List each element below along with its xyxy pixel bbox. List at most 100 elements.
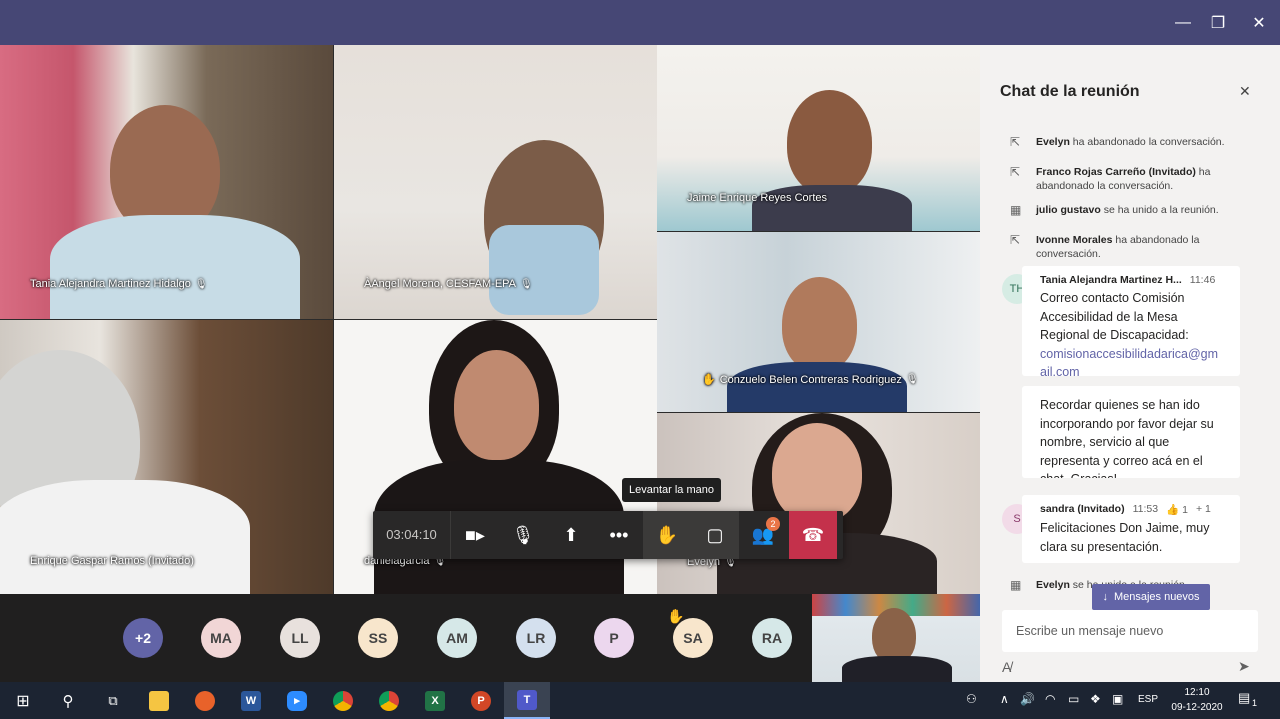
avatar[interactable]: P	[594, 618, 634, 658]
leave-icon: ⇱	[1010, 135, 1021, 149]
close-chat-button[interactable]: ✕	[1239, 83, 1251, 100]
volume-icon[interactable]: 🔊	[1020, 692, 1035, 706]
message-sender: Tania Alejandra Martinez H...	[1040, 274, 1182, 286]
avatar[interactable]: LL	[280, 618, 320, 658]
chevron-up-icon[interactable]: ∧	[1000, 692, 1009, 706]
clock-date: 09-12-2020	[1171, 702, 1223, 713]
teams-app[interactable]: T	[504, 682, 550, 719]
video-tile-conzuelo[interactable]: ✋ Conzuelo Belen Contreras Rodriguez 🎙	[657, 232, 980, 412]
new-messages-button[interactable]: ↓ Mensajes nuevos	[1092, 584, 1210, 610]
more-actions-button[interactable]: •••	[595, 511, 643, 559]
windows-taskbar: ⊞ ⚲ ⧉ W ▸ X P T ⚇ ∧ 🔊 ◠ ▭ ❖ ▣ ESP 12:10 …	[0, 682, 1280, 719]
search-button[interactable]: ⚲	[45, 682, 91, 719]
chrome-profile-app[interactable]	[366, 682, 412, 719]
raise-hand-button[interactable]: ✋	[643, 511, 691, 559]
join-icon: ▦	[1010, 578, 1022, 592]
raised-hand-icon: ✋	[667, 608, 685, 624]
notification-icon: ▤	[1238, 690, 1251, 705]
maximize-button[interactable]: ❐	[1203, 8, 1233, 38]
chat-message: Recordar quienes se han ido incorporando…	[1022, 386, 1240, 478]
message-text: Correo contacto Comisión Accesibilidad d…	[1040, 291, 1189, 342]
excel-icon: X	[425, 690, 445, 711]
system-clock[interactable]: 12:10 09-12-2020	[1168, 685, 1226, 715]
share-icon: ⬆	[563, 524, 579, 545]
format-icon[interactable]: A̸	[1002, 659, 1011, 675]
mute-button[interactable]: 🎙	[499, 511, 547, 559]
system-event: ⇱ Ivonne Morales ha abandonado la convers…	[1010, 233, 1200, 260]
video-tile-jaime[interactable]: Jaime Enrique Reyes Cortes	[657, 45, 980, 231]
app-tray-icon[interactable]: ▣	[1112, 692, 1123, 706]
wifi-icon[interactable]: ◠	[1045, 692, 1055, 706]
participants-button[interactable]: 👥 2	[739, 511, 787, 559]
hang-up-button[interactable]: ☎	[789, 511, 837, 559]
excel-app[interactable]: X	[412, 682, 458, 719]
start-button[interactable]: ⊞	[0, 682, 46, 719]
chrome-app[interactable]	[320, 682, 366, 719]
system-event: ⇱ Franco Rojas Carreño (Invitado) ha aban…	[1010, 165, 1211, 192]
language-indicator[interactable]: ESP	[1138, 694, 1158, 705]
camera-button[interactable]: ■▸	[451, 511, 499, 559]
video-tile-angel[interactable]: ÀAngel Moreno, CESFAM-EPA 🎙	[334, 45, 657, 319]
share-screen-button[interactable]: ⬆	[547, 511, 595, 559]
participant-strip: +2 MA LL SS AM LR P SA ✋ RA	[0, 594, 980, 682]
overflow-participants[interactable]: +2	[123, 618, 163, 658]
avatar[interactable]: LR	[516, 618, 556, 658]
video-tile-tania[interactable]: Tania Alejandra Martinez Hidalgo 🎙	[0, 45, 333, 319]
people-icon[interactable]: ⚇	[966, 692, 977, 706]
raise-hand-tooltip: Levantar la mano	[622, 478, 721, 502]
message-time: 11:46	[1189, 274, 1216, 286]
dropbox-icon[interactable]: ❖	[1090, 692, 1101, 706]
file-explorer-app[interactable]	[136, 682, 182, 719]
avatar[interactable]: AM	[437, 618, 477, 658]
participant-name: Tania Alejandra Martinez Hidalgo 🎙	[30, 278, 208, 290]
zoom-app[interactable]: ▸	[274, 682, 320, 719]
avatar[interactable]: RA	[752, 618, 792, 658]
raised-hand-icon: ✋	[702, 374, 716, 386]
zoom-icon: ▸	[287, 690, 307, 711]
compose-message-input[interactable]: Escribe un mensaje nuevo	[1002, 610, 1258, 652]
folder-icon	[149, 690, 169, 711]
leave-icon: ⇱	[1010, 165, 1021, 179]
self-view-video	[812, 594, 980, 682]
chat-title: Chat de la reunión	[1000, 83, 1140, 100]
close-window-button[interactable]: ✕	[1244, 8, 1274, 38]
participants-badge: 2	[766, 517, 780, 531]
reaction-like[interactable]: 👍 1	[1166, 503, 1188, 516]
avatar[interactable]: MA	[201, 618, 241, 658]
chat-icon: ▢	[706, 524, 724, 545]
arrow-down-icon: ↓	[1102, 591, 1108, 603]
teams-icon: T	[517, 689, 537, 710]
task-view-icon: ⧉	[108, 692, 118, 708]
chrome-icon	[379, 690, 399, 711]
word-app[interactable]: W	[228, 682, 274, 719]
firefox-app[interactable]	[182, 682, 228, 719]
ellipsis-icon: •••	[609, 524, 629, 545]
notification-center[interactable]: ▤ 1	[1238, 690, 1260, 710]
leave-icon: ⇱	[1010, 233, 1021, 247]
participant-name: ✋ Conzuelo Belen Contreras Rodriguez 🎙	[702, 373, 919, 387]
avatar[interactable]: SS	[358, 618, 398, 658]
send-icon[interactable]: ➤	[1238, 658, 1250, 675]
word-icon: W	[241, 690, 261, 711]
firefox-icon	[195, 690, 215, 711]
mic-muted-icon: 🎙	[194, 278, 208, 290]
reaction-more[interactable]: + 1	[1196, 503, 1211, 516]
video-tile-enrique[interactable]: Enrique Gaspar Ramos (Invitado)	[0, 320, 333, 594]
participant-name: Jaime Enrique Reyes Cortes	[687, 192, 828, 204]
email-link[interactable]: comisionaccesibilidadarica@gm ail.com	[1040, 347, 1218, 377]
message-text: Recordar quienes se han ido incorporando…	[1040, 398, 1214, 478]
task-view-button[interactable]: ⧉	[90, 682, 136, 719]
clock-time: 12:10	[1184, 687, 1210, 698]
chat-message: sandra (Invitado) 11:53 👍 1 + 1 Felicitacio…	[1022, 495, 1240, 563]
minimize-button[interactable]: —	[1168, 8, 1198, 38]
notification-count: 1	[1250, 698, 1260, 708]
battery-icon[interactable]: ▭	[1068, 692, 1079, 706]
hang-up-icon: ☎	[801, 524, 825, 545]
chat-message: Tania Alejandra Martinez H... 11:46 Corre…	[1022, 266, 1240, 376]
powerpoint-app[interactable]: P	[458, 682, 504, 719]
meeting-chat-panel: Chat de la reunión ✕ ⇱ Evelyn ha abandona…	[980, 45, 1280, 682]
chat-button[interactable]: ▢	[691, 511, 739, 559]
video-tile-evelyn[interactable]: Evelyn 🎙	[657, 413, 980, 594]
meeting-timer: 03:04:10	[373, 511, 451, 559]
mic-muted-icon: 🎙	[520, 278, 533, 290]
